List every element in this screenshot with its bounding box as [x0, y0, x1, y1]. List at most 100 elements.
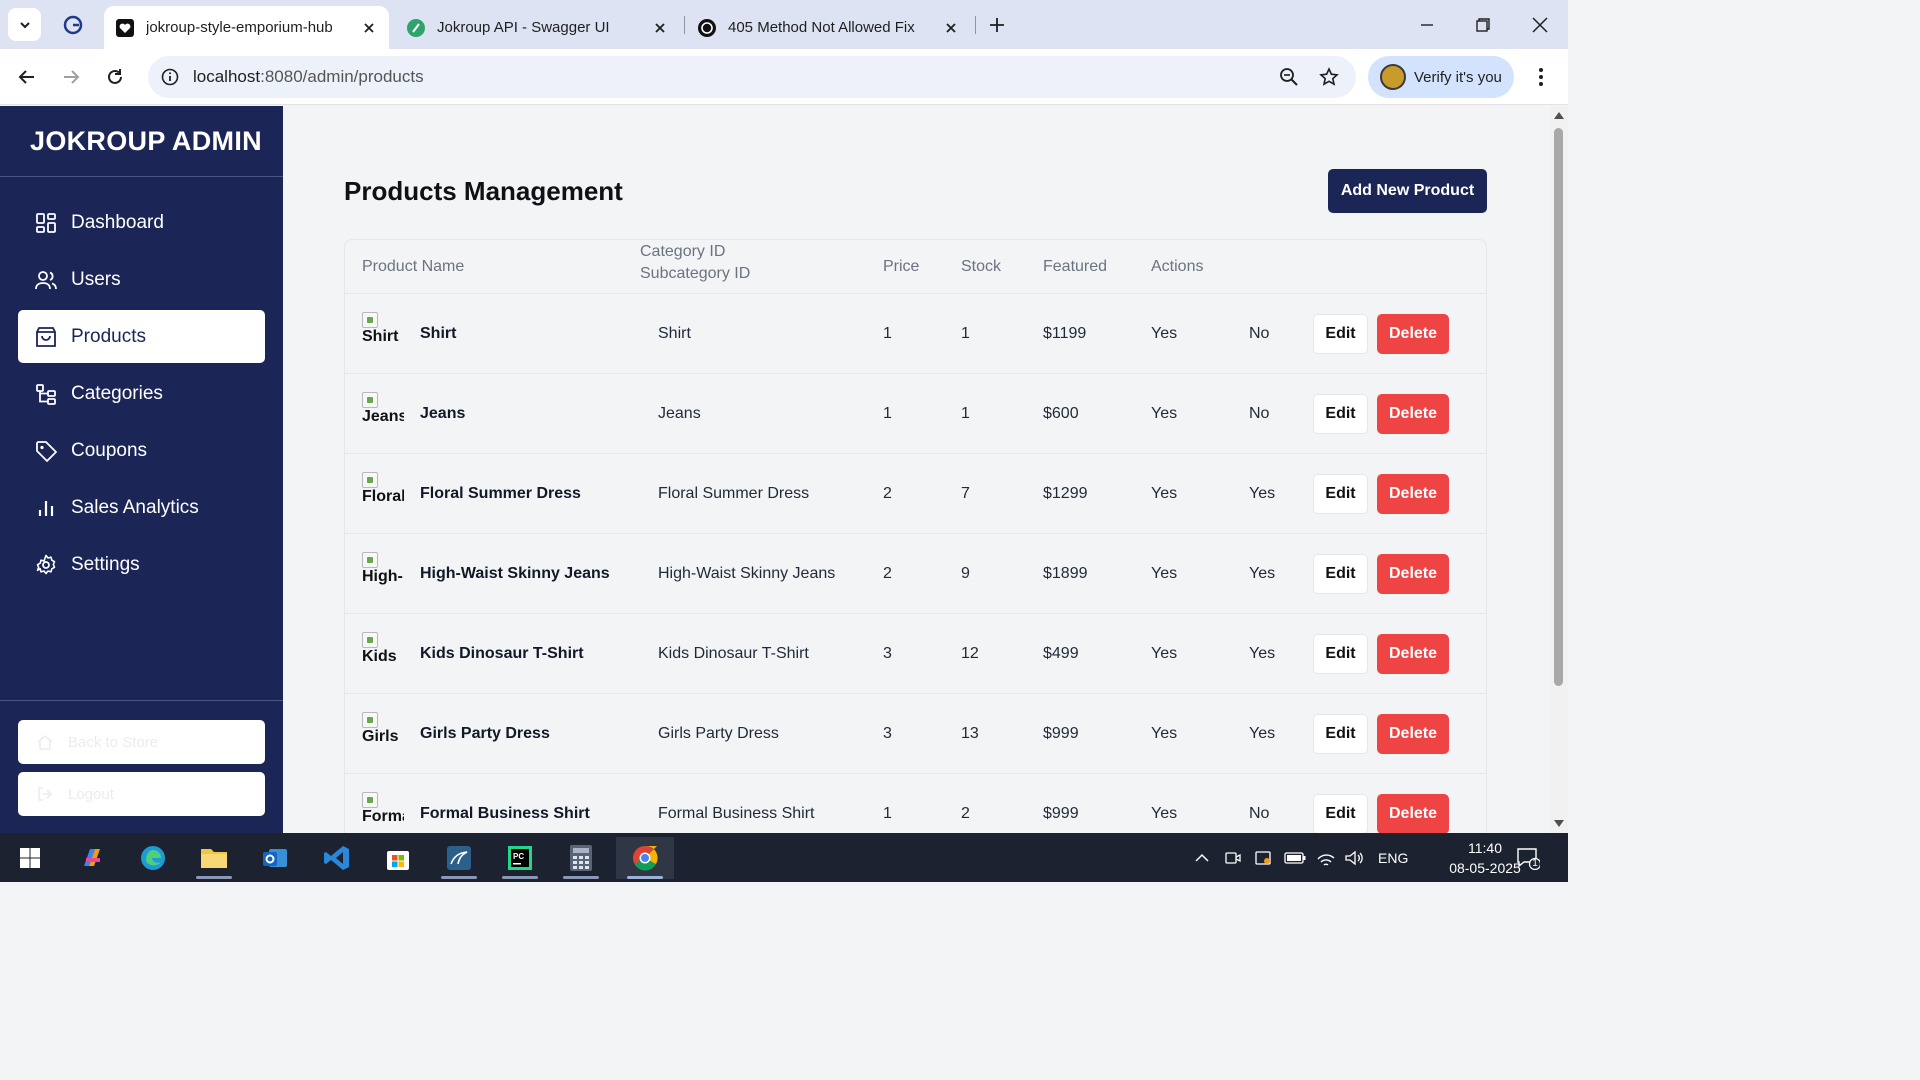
edge-icon [141, 846, 165, 870]
taskbar-file-explorer[interactable] [188, 837, 240, 879]
sidebar-item-coupons[interactable]: Coupons [18, 424, 265, 477]
taskbar-mysql-workbench[interactable] [433, 837, 485, 879]
edit-button[interactable]: Edit [1313, 554, 1368, 594]
address-bar[interactable]: localhost:8080/admin/products [148, 56, 1356, 98]
edit-button[interactable]: Edit [1313, 634, 1368, 674]
scroll-thumb[interactable] [1554, 128, 1563, 686]
product-category-id: 1 [883, 325, 892, 342]
running-indicator [502, 876, 538, 879]
taskbar-outlook[interactable] [249, 837, 301, 879]
notifications-button[interactable]: 1 [1516, 846, 1540, 870]
edit-button[interactable]: Edit [1313, 314, 1368, 354]
logout-button[interactable]: Logout [18, 772, 265, 816]
table-header: Product Name Category ID Subcategory ID … [345, 240, 1486, 294]
minimize-button[interactable] [1412, 10, 1442, 40]
tab-search-button[interactable] [8, 8, 41, 41]
taskbar-vscode[interactable] [311, 837, 363, 879]
edit-button[interactable]: Edit [1313, 394, 1368, 434]
wifi-icon[interactable] [1316, 850, 1336, 866]
close-icon[interactable] [357, 16, 381, 40]
close-icon[interactable] [648, 16, 672, 40]
page-scrollbar[interactable] [1550, 106, 1568, 833]
delete-button[interactable]: Delete [1377, 714, 1449, 754]
sidebar-item-products[interactable]: Products [18, 310, 265, 363]
url-text[interactable]: localhost:8080/admin/products [193, 67, 1276, 87]
edit-button[interactable]: Edit [1313, 474, 1368, 514]
product-price: $999 [1043, 805, 1079, 822]
sidebar-item-settings[interactable]: Settings [18, 538, 265, 591]
chevron-up-icon[interactable] [1194, 850, 1214, 866]
product-description: Kids Dinosaur T-Shirt [658, 645, 809, 662]
meet-icon[interactable] [1224, 849, 1244, 867]
product-category-id: 3 [883, 725, 892, 742]
profile-verify-button[interactable]: Verify it's you [1368, 56, 1514, 98]
product-flag-1: Yes [1151, 645, 1178, 662]
delete-button[interactable]: Delete [1377, 794, 1449, 833]
battery-icon[interactable] [1284, 851, 1306, 865]
sidebar-item-categories[interactable]: Categories [18, 367, 265, 420]
delete-button[interactable]: Delete [1377, 394, 1449, 434]
address-toolbar: localhost:8080/admin/products Verify it'… [0, 49, 1568, 105]
back-button[interactable] [13, 63, 41, 91]
delete-button[interactable]: Delete [1377, 554, 1449, 594]
thumbnail-alt-text: High- [362, 568, 403, 585]
close-icon[interactable] [939, 16, 963, 40]
browser-menu-button[interactable] [1528, 63, 1554, 91]
product-name: Jeans [420, 405, 466, 422]
language-indicator[interactable]: ENG [1378, 850, 1408, 866]
arrow-left-icon [18, 70, 34, 84]
delete-button[interactable]: Delete [1377, 314, 1449, 354]
sidebar-item-users[interactable]: Users [18, 253, 265, 306]
taskbar-copilot[interactable] [66, 837, 118, 879]
taskbar-store[interactable] [372, 837, 424, 879]
clock-date: 08-05-2025 [1449, 860, 1521, 876]
product-thumbnail: High- [362, 552, 404, 596]
bookmark-star-icon[interactable] [1316, 64, 1342, 90]
edit-button[interactable]: Edit [1313, 794, 1368, 833]
broken-image-icon [362, 712, 378, 728]
edit-button[interactable]: Edit [1313, 714, 1368, 754]
taskbar-chrome[interactable] [616, 837, 674, 879]
site-info-icon[interactable] [160, 67, 180, 87]
thumbnail-alt-text: Kids [362, 648, 397, 665]
scroll-up-arrow[interactable] [1554, 112, 1564, 119]
vscode-icon [324, 846, 349, 870]
taskbar-calculator[interactable] [555, 837, 607, 879]
table-row: Forma Formal Business Shirt Formal Busines… [345, 774, 1486, 833]
product-thumbnail: Kids [362, 632, 404, 676]
delete-button[interactable]: Delete [1377, 634, 1449, 674]
volume-icon[interactable] [1344, 850, 1364, 866]
sidebar-item-sales-analytics[interactable]: Sales Analytics [18, 481, 265, 534]
tab-swagger[interactable]: Jokroup API - Swagger UI [395, 6, 680, 49]
taskbar-pycharm[interactable]: PC [494, 837, 546, 879]
tab-title: 405 Method Not Allowed Fix [728, 19, 915, 36]
thumbnail-alt-text: Forma [362, 808, 404, 825]
table-body: Shirt Shirt Shirt 1 1 $1199 Yes No Edit Delete Jea… [345, 294, 1486, 833]
table-row: Jeans Jeans Jeans 1 1 $600 Yes No Edit Delete [345, 374, 1486, 454]
reload-button[interactable] [101, 63, 129, 91]
header-actions: Actions [1151, 258, 1204, 275]
forward-button[interactable] [57, 63, 85, 91]
sidebar-item-dashboard[interactable]: Dashboard [18, 196, 265, 249]
system-clock[interactable]: 11:40 08-05-2025 [1446, 838, 1524, 878]
product-thumbnail: Jeans [362, 392, 404, 436]
back-to-store-button[interactable]: Back to Store [18, 720, 265, 764]
new-tab-button[interactable] [984, 12, 1010, 38]
sidebar-menu: Dashboard Users Products Categories Coup… [0, 196, 283, 591]
scroll-down-arrow[interactable] [1554, 820, 1564, 827]
zoom-icon[interactable] [1276, 64, 1302, 90]
restore-button[interactable] [1468, 10, 1498, 40]
grammarly-icon[interactable] [60, 12, 86, 38]
tab-405-fix[interactable]: 405 Method Not Allowed Fix [686, 6, 971, 49]
sync-icon[interactable] [1254, 849, 1274, 867]
close-icon [1532, 17, 1548, 33]
delete-button[interactable]: Delete [1377, 474, 1449, 514]
add-new-product-button[interactable]: Add New Product [1328, 169, 1487, 213]
start-button[interactable] [4, 837, 56, 879]
product-price: $600 [1043, 405, 1079, 422]
taskbar-edge[interactable] [127, 837, 179, 879]
tab-jokroup-hub[interactable]: jokroup-style-emporium-hub [104, 6, 389, 49]
browser-tab-bar: jokroup-style-emporium-hub Jokroup API -… [0, 0, 1568, 49]
close-window-button[interactable] [1525, 10, 1555, 40]
plus-icon [990, 18, 1004, 32]
